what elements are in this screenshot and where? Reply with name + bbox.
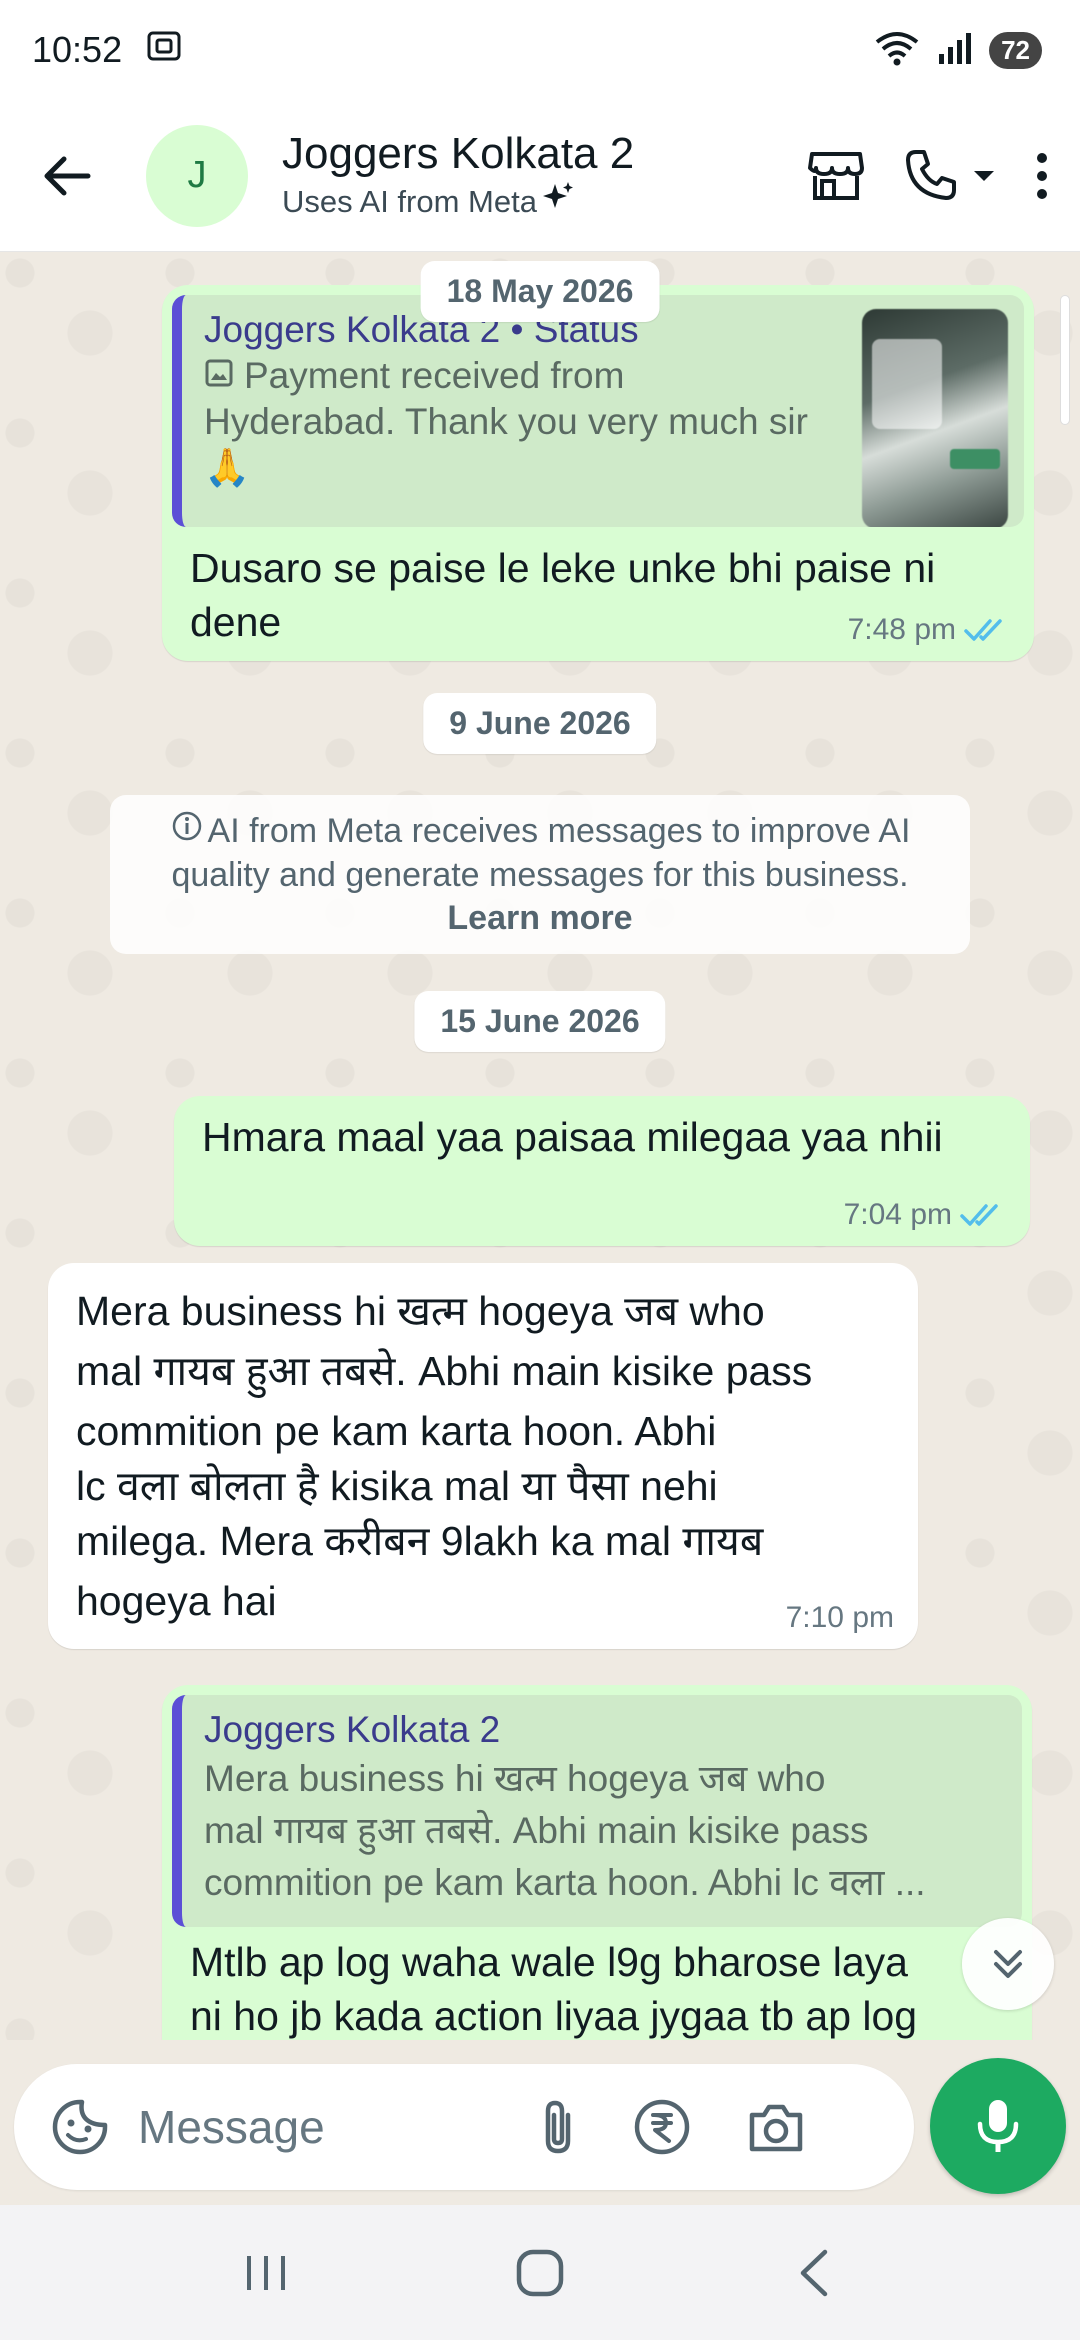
chevron-down-icon	[974, 170, 994, 181]
learn-more-link[interactable]: Learn more	[134, 897, 946, 940]
message-text: milega. Mera करीबन 9lakh ka mal गायब	[76, 1518, 764, 1564]
message-text: ni ho jb kada action liyaa jygaa tb ap l…	[190, 1993, 918, 2039]
recent-apps-button[interactable]	[241, 2248, 291, 2298]
ai-info-card: AI from Meta receives messages to improv…	[110, 795, 970, 954]
message-time: 7:04 pm	[843, 1198, 952, 1231]
message-text: hogeya hai	[76, 1578, 277, 1624]
read-ticks-icon	[964, 619, 1002, 641]
camera-button[interactable]	[746, 2099, 806, 2155]
system-navigation-bar	[0, 2205, 1080, 2340]
message-time: 7:10 pm	[785, 1601, 894, 1634]
image-icon	[204, 353, 234, 399]
message-composer	[14, 2064, 914, 2190]
battery-indicator: 72	[989, 31, 1042, 69]
home-icon	[516, 2249, 564, 2296]
scroll-to-bottom-button[interactable]	[962, 1918, 1054, 2010]
date-chip: 18 May 2026	[420, 261, 660, 322]
message-text: mal गायब हुआ तबसे. Abhi main kisike pass	[76, 1348, 813, 1394]
chevron-left-icon	[800, 2249, 828, 2296]
screenshot-icon	[144, 26, 184, 75]
info-icon	[170, 809, 204, 854]
quote-text-line: Payment received from	[244, 355, 625, 396]
chat-area[interactable]: Joggers Kolkata 2 • Status Payment recei…	[0, 253, 1080, 2075]
message-text: commition pe kam karta hoon. Abhi	[76, 1408, 717, 1454]
message-text: lc वला बोलता है kisika mal या पैसा nehi	[76, 1463, 718, 1509]
wifi-icon	[873, 28, 921, 73]
double-chevron-down-icon	[994, 1950, 1022, 1978]
quote-sender: Joggers Kolkata 2	[204, 1709, 501, 1750]
quote-text-line: mal गायब हुआ तबसे. Abhi main kisike pass	[204, 1810, 869, 1851]
sticker-icon	[52, 2099, 108, 2155]
read-ticks-icon	[960, 1204, 998, 1226]
status-bar: 10:52 72	[0, 0, 1080, 100]
recents-icon	[247, 2255, 285, 2290]
outgoing-message[interactable]: Joggers Kolkata 2 Mera business hi खत्म …	[162, 1685, 1032, 2075]
status-thumbnail[interactable]	[862, 309, 1008, 527]
voice-message-button[interactable]	[930, 2058, 1066, 2194]
chat-title: Joggers Kolkata 2	[282, 128, 635, 178]
chat-subtitle: Uses AI from Meta	[282, 183, 537, 219]
sticker-button[interactable]	[50, 2097, 110, 2157]
attach-button[interactable]	[538, 2097, 578, 2157]
outgoing-message[interactable]: Hmara maal yaa paisaa milegaa yaa nhii 7…	[174, 1096, 1030, 1246]
quoted-message[interactable]: Joggers Kolkata 2 Mera business hi खत्म …	[172, 1695, 1022, 1927]
more-vertical-icon	[1037, 152, 1047, 199]
message-text: Hmara maal yaa paisaa milegaa yaa nhii	[202, 1114, 943, 1160]
chat-title-block[interactable]: Joggers Kolkata 2 Uses AI from Meta	[282, 128, 806, 224]
quote-text-line: Hyderabad. Thank you very much sir	[204, 401, 808, 442]
quoted-status[interactable]: Joggers Kolkata 2 • Status Payment recei…	[172, 295, 1024, 527]
signal-icon	[935, 28, 975, 73]
message-text: Dusaro se paise le leke unke bhi paise n…	[190, 545, 936, 591]
date-chip: 15 June 2026	[414, 991, 666, 1052]
more-options-button[interactable]	[1032, 149, 1052, 203]
avatar[interactable]: J	[146, 124, 248, 227]
quote-emoji: 🙏	[204, 447, 251, 488]
message-input[interactable]	[138, 2100, 518, 2154]
info-text-line: quality and generate messages for this b…	[171, 856, 909, 894]
message-text: Mera business hi खत्म hogeya जब who	[76, 1288, 765, 1334]
camera-icon	[749, 2104, 803, 2152]
composer-bar	[0, 2040, 1080, 2205]
arrow-left-icon	[44, 156, 91, 195]
outgoing-message[interactable]: Joggers Kolkata 2 • Status Payment recei…	[162, 285, 1034, 661]
microphone-icon	[977, 2100, 1019, 2152]
phone-icon	[906, 149, 956, 200]
scrollbar-thumb[interactable]	[1060, 295, 1070, 425]
status-time: 10:52	[32, 29, 123, 70]
voice-call-button[interactable]	[902, 148, 996, 204]
message-text: Mtlb ap log waha wale l9g bharose laya	[190, 1939, 908, 1985]
storefront-icon	[808, 151, 864, 200]
payment-button[interactable]	[632, 2097, 692, 2157]
catalog-button[interactable]	[806, 148, 866, 204]
paperclip-icon	[545, 2100, 571, 2154]
rupee-icon	[634, 2099, 690, 2155]
incoming-message[interactable]: Mera business hi खत्म hogeya जब who mal …	[48, 1263, 918, 1649]
chat-header: J Joggers Kolkata 2 Uses AI from Meta	[0, 100, 1080, 252]
quote-text-line: commition pe kam karta hoon. Abhi lc वला…	[204, 1862, 926, 1903]
info-text-line: AI from Meta receives messages to improv…	[207, 812, 911, 850]
sparkle-icon	[541, 180, 575, 224]
date-chip: 9 June 2026	[423, 693, 657, 754]
quote-text-line: Mera business hi खत्म hogeya जब who	[204, 1758, 826, 1799]
message-time: 7:48 pm	[847, 613, 956, 646]
back-button[interactable]	[32, 141, 102, 211]
home-button[interactable]	[513, 2246, 567, 2300]
system-back-button[interactable]	[789, 2246, 839, 2300]
